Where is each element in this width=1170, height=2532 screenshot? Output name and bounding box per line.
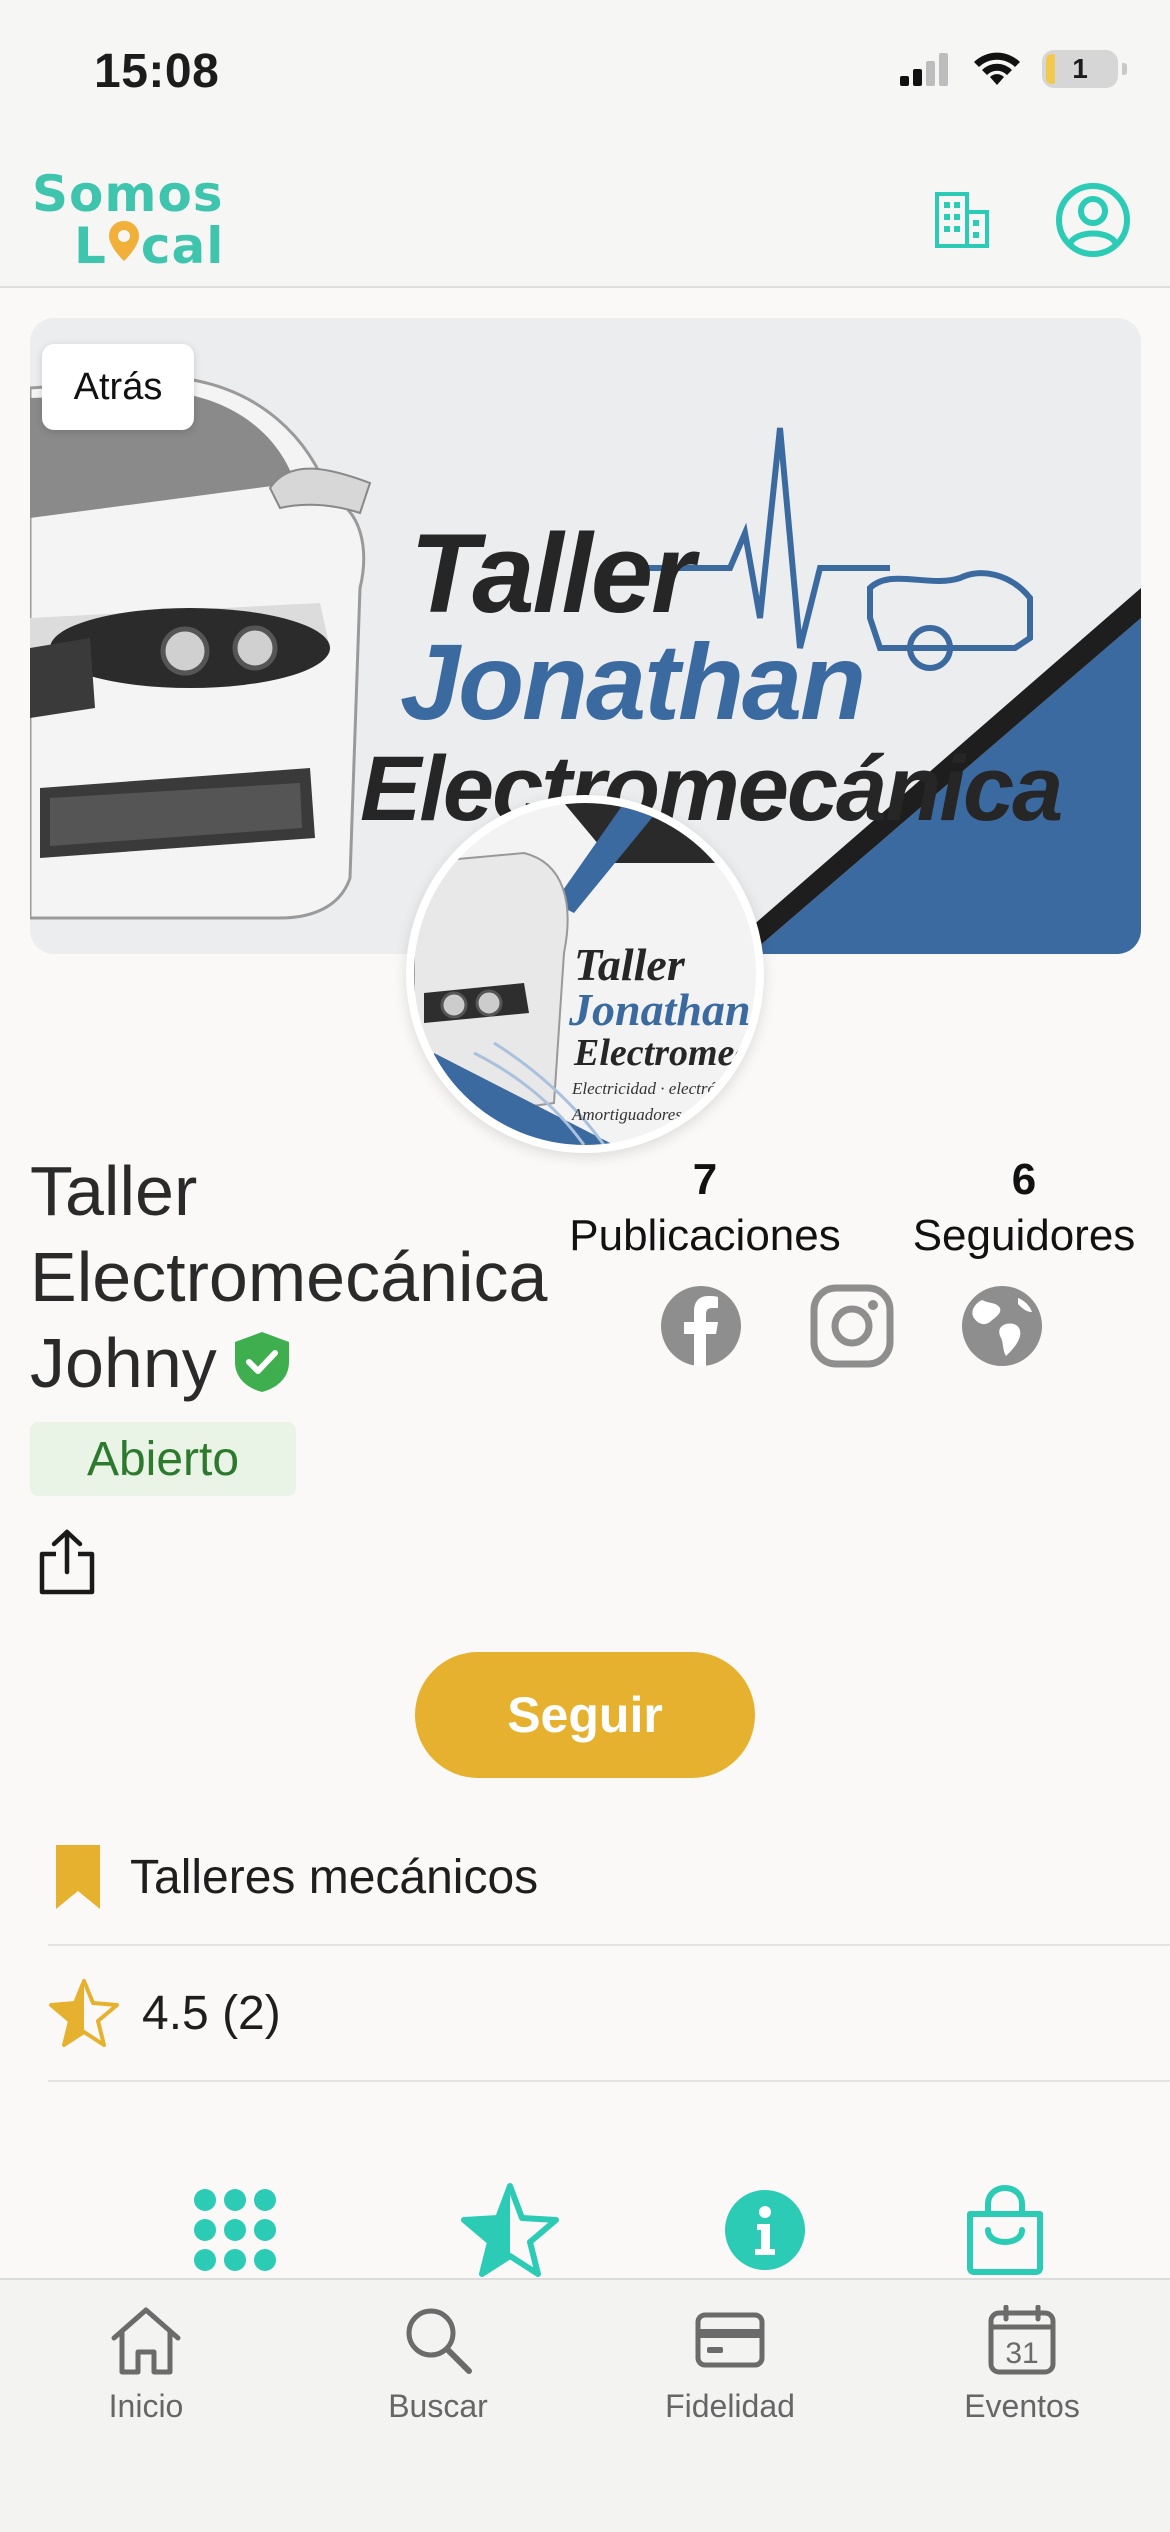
bookmark-icon: [56, 1845, 100, 1909]
battery-level: 1: [1072, 53, 1088, 84]
followers-stat[interactable]: 6 Seguidores: [900, 1152, 1148, 1264]
tab-info[interactable]: [710, 2180, 820, 2280]
battery-indicator: 1: [1042, 50, 1127, 88]
star-half-icon: [49, 1979, 119, 2047]
category-row: Talleres mecánicos: [48, 1810, 1170, 1946]
logo-word-somos: Somos: [32, 165, 224, 223]
tab-shop[interactable]: [950, 2180, 1060, 2280]
business-name-line3: Johny: [30, 1320, 590, 1406]
signal-icon: [900, 53, 948, 86]
business-avatar: Taller Jonathan Electromecá Electricidad…: [406, 795, 764, 1153]
nav-home-label: Inicio: [108, 2388, 184, 2424]
location-pin-icon: [108, 221, 139, 261]
businesses-button[interactable]: [917, 175, 1007, 265]
shopping-bag-icon: [967, 2184, 1043, 2275]
posts-label: Publicaciones: [569, 1211, 841, 1260]
posts-count: 7: [692, 1155, 718, 1204]
status-icons: 1: [900, 50, 1127, 88]
open-status-badge: Abierto: [30, 1422, 296, 1496]
tab-reviews[interactable]: [455, 2180, 565, 2280]
calendar-icon: 31: [988, 2305, 1056, 2375]
status-time: 15:08: [94, 45, 220, 98]
card-icon: [695, 2312, 765, 2368]
wifi-icon: [974, 52, 1020, 85]
posts-stat[interactable]: 7 Publicaciones: [560, 1152, 850, 1264]
followers-count: 6: [1011, 1155, 1037, 1204]
nav-search[interactable]: Buscar: [338, 2300, 538, 2425]
grid-dots-icon: [194, 2189, 276, 2271]
share-icon[interactable]: [36, 1528, 98, 1598]
facebook-icon[interactable]: [659, 1284, 743, 1368]
screen: 15:08 1 Somos Lcal Taller Jonathan Elect…: [0, 0, 1170, 2532]
rating-row[interactable]: 4.5 (2): [48, 1946, 1170, 2082]
logo-word-local: Lcal: [74, 217, 225, 275]
bottom-navigation: Inicio Buscar Fidelidad 31 Eventos: [0, 2278, 1170, 2532]
banner-title-line1: Taller: [410, 511, 695, 636]
nav-events[interactable]: 31 Eventos: [922, 2300, 1122, 2425]
nav-loyalty[interactable]: Fidelidad: [630, 2300, 830, 2425]
follow-button[interactable]: Seguir: [415, 1652, 755, 1778]
website-globe-icon[interactable]: [960, 1284, 1044, 1368]
business-name-line2: Electromecánica: [30, 1238, 548, 1316]
star-tab-icon: [461, 2183, 559, 2277]
nav-home[interactable]: Inicio: [46, 2300, 246, 2425]
tab-publications[interactable]: [180, 2180, 290, 2280]
followers-label: Seguidores: [912, 1211, 1136, 1260]
business-name-line1: Taller: [30, 1152, 198, 1230]
avatar-text-line3: Electromecá: [574, 1032, 764, 1074]
building-icon: [935, 192, 989, 248]
nav-search-label: Buscar: [388, 2388, 488, 2424]
user-profile-icon: [1056, 183, 1130, 257]
info-icon: [725, 2190, 805, 2270]
home-icon: [111, 2307, 181, 2375]
business-name: Taller Electromecánica Johny: [30, 1148, 590, 1406]
app-header: Somos Lcal: [0, 145, 1170, 288]
nav-events-label: Eventos: [964, 2388, 1080, 2424]
search-icon: [406, 2308, 472, 2374]
instagram-icon[interactable]: [810, 1284, 894, 1368]
calendar-day: 31: [1005, 2337, 1038, 2370]
avatar-text-line4: Electricidad · electrónica · Mecá: [572, 1079, 756, 1098]
nav-loyalty-label: Fidelidad: [665, 2388, 795, 2424]
banner-title-line2: Jonathan: [400, 621, 866, 742]
profile-button[interactable]: [1048, 175, 1138, 265]
verified-badge-icon: [234, 1331, 289, 1392]
avatar-text-line5: Amortiguadores · Suspens: [572, 1105, 750, 1124]
rating-value: 4.5 (2): [142, 1986, 281, 2040]
category-label: Talleres mecánicos: [130, 1850, 539, 1904]
status-bar: 15:08 1: [0, 0, 1170, 145]
somos-local-logo[interactable]: Somos Lcal: [32, 157, 232, 277]
avatar-text-line2: Jonathan: [569, 984, 751, 1035]
back-button[interactable]: Atrás: [42, 344, 194, 430]
